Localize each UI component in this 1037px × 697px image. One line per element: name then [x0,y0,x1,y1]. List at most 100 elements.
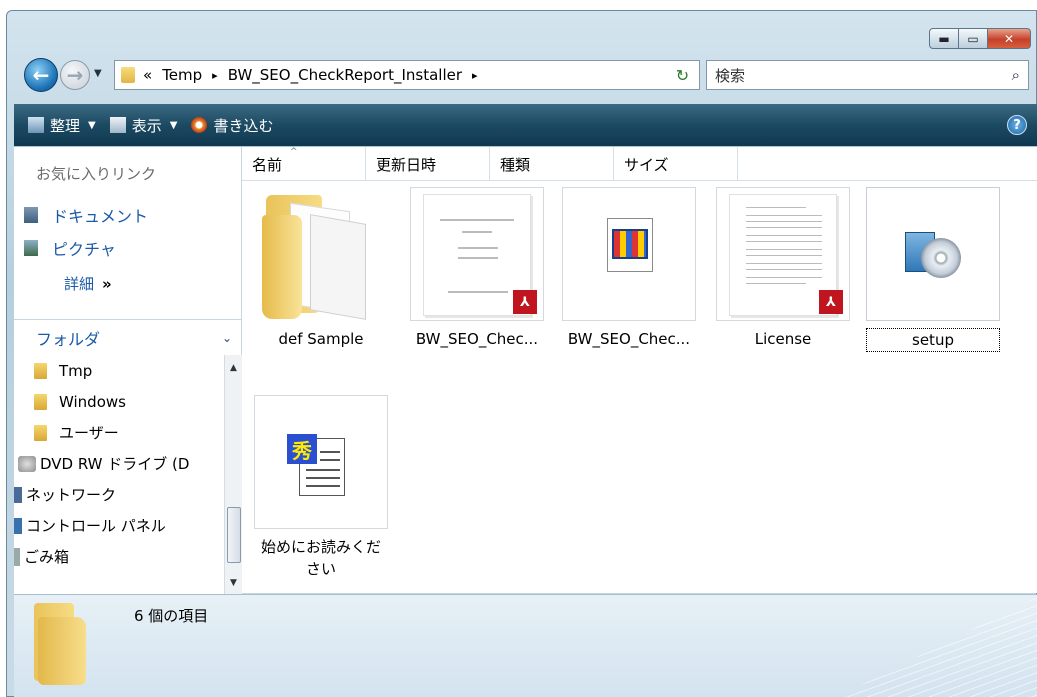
minimize-button[interactable]: ▬ [929,28,959,49]
file-item-readme[interactable]: 秀 始めにお読みください [254,395,388,580]
tree-item-label: Tmp [59,361,93,380]
scroll-up-icon[interactable]: ▲ [225,359,242,377]
view-icon [109,117,126,133]
file-name: def Sample [278,330,364,348]
burn-label: 書き込む [213,116,274,135]
chevron-down-icon: ⌄ [221,330,232,345]
title-bar: ▬ ▭ ✕ [6,10,1037,52]
file-name: License [754,330,812,348]
pdf-thumbnail: ⅄ [410,187,544,321]
file-name: setup [866,328,1000,352]
tree-item-label: ユーザー [59,424,119,442]
folders-title: フォルダ [36,329,101,349]
favorite-documents[interactable]: ドキュメント [24,203,148,227]
forward-button[interactable]: → [60,60,90,90]
more-label: 詳細 [64,275,95,293]
dvd-drive-icon [18,455,36,472]
file-name: BW_SEO_Chec... [415,330,539,348]
breadcrumb-separator-icon[interactable]: ▸ [472,69,478,82]
breadcrumb-installer[interactable]: BW_SEO_CheckReport_Installer [228,66,462,84]
favorite-label: ピクチャ [52,240,116,259]
back-button[interactable]: ← [24,58,58,92]
tree-item-tmp[interactable]: Tmp [14,355,224,386]
more-links[interactable]: 詳細 » [64,273,112,294]
command-toolbar: 整理 ▼ 表示 ▼ 書き込む ? [14,104,1037,146]
tree-item-control-panel[interactable]: コントロール パネル [14,510,224,541]
breadcrumb-separator-icon[interactable]: ▸ [212,69,218,82]
organize-button[interactable]: 整理 ▼ [28,115,96,136]
tree-item-users[interactable]: ユーザー [14,417,224,448]
tree-item-dvd-drive[interactable]: DVD RW ドライブ (D [14,448,224,479]
pdf-thumbnail: ⅄ [716,187,850,321]
tree-item-label: DVD RW ドライブ (D [40,455,190,473]
column-size[interactable]: サイズ [614,147,738,181]
breadcrumb-overflow[interactable]: « [143,66,152,84]
documents-icon [24,207,38,223]
address-row: ← → ▼ « Temp ▸ BW_SEO_CheckReport_Instal… [14,56,1037,96]
column-label: サイズ [624,155,669,174]
recycle-bin-icon [14,547,20,566]
file-item-folder[interactable]: def Sample [254,187,388,350]
scroll-thumb[interactable] [227,507,241,563]
column-label: 更新日時 [376,155,437,174]
file-item-app[interactable]: BW_SEO_Chec... [562,187,696,350]
network-icon [14,486,22,503]
content-area: お気に入りリンク ドキュメント ピクチャ 詳細 » フォルダ ⌄ Tmp Wind… [14,146,1037,594]
scroll-down-icon[interactable]: ▼ [225,574,242,592]
organize-label: 整理 [50,116,81,135]
favorite-pictures[interactable]: ピクチャ [24,236,116,260]
close-button[interactable]: ✕ [987,28,1031,49]
tree-item-label: ネットワーク [26,486,117,504]
column-name[interactable]: ^ 名前 [242,147,366,181]
column-label: 名前 [252,155,283,174]
app-thumbnail [562,187,696,321]
column-label: 種類 [500,155,531,174]
maximize-button[interactable]: ▭ [958,28,988,49]
decorative-swoosh [837,597,1037,697]
navigation-pane: お気に入りリンク ドキュメント ピクチャ 詳細 » フォルダ ⌄ Tmp Wind… [14,147,242,594]
file-name: BW_SEO_Chec... [567,330,691,348]
installer-icon [903,226,965,282]
search-icon[interactable]: ⌕ [1012,66,1020,84]
view-button[interactable]: 表示 ▼ [109,115,177,136]
tree-item-label: ごみ箱 [24,548,70,566]
control-panel-icon [14,517,22,534]
search-placeholder: 検索 [715,66,746,85]
tree-item-network[interactable]: ネットワーク [14,479,224,510]
folder-icon [262,195,372,320]
window-controls: ▬ ▭ ✕ [929,28,1031,49]
column-type[interactable]: 種類 [490,147,614,181]
tree-item-windows[interactable]: Windows [14,386,224,417]
view-label: 表示 [131,116,162,135]
help-icon[interactable]: ? [1007,115,1027,135]
readme-thumbnail: 秀 [254,395,388,529]
details-pane: 6 個の項目 [14,594,1037,697]
folders-header[interactable]: フォルダ ⌄ [14,319,242,355]
file-item-license[interactable]: ⅄ License [716,187,850,350]
breadcrumb-temp[interactable]: Temp [162,66,202,84]
organize-icon [28,117,44,133]
file-item-setup[interactable]: setup [866,187,1000,352]
tree-item-label: コントロール パネル [26,517,166,535]
pdf-icon: ⅄ [513,290,537,314]
tree-item-recycle-bin[interactable]: ごみ箱 [14,541,224,572]
file-item-pdf[interactable]: ⅄ BW_SEO_Chec... [410,187,544,350]
tree-scrollbar[interactable]: ▲ ▼ [224,355,242,594]
file-list: ^ 名前 更新日時 種類 サイズ def Sample ⅄ BW_SEO_Che… [242,147,1037,594]
item-count: 6 個の項目 [134,607,209,625]
column-modified[interactable]: 更新日時 [366,147,490,181]
burn-disc-icon [191,117,208,133]
refresh-icon[interactable]: ↻ [666,60,700,90]
setup-thumbnail [866,187,1000,321]
history-dropdown-icon[interactable]: ▼ [94,68,102,79]
folder-icon [121,67,135,83]
address-bar[interactable]: « Temp ▸ BW_SEO_CheckReport_Installer ▸ … [114,60,688,90]
chevron-down-icon: ▼ [88,119,96,131]
search-input[interactable]: 検索 ⌕ [706,60,1029,90]
pictures-icon [24,240,38,256]
favorites-title: お気に入りリンク [36,165,157,183]
sort-ascending-icon: ^ [290,147,298,157]
burn-button[interactable]: 書き込む [191,115,273,136]
folder-thumbnail [254,187,388,321]
double-chevron-icon: » [102,275,112,293]
